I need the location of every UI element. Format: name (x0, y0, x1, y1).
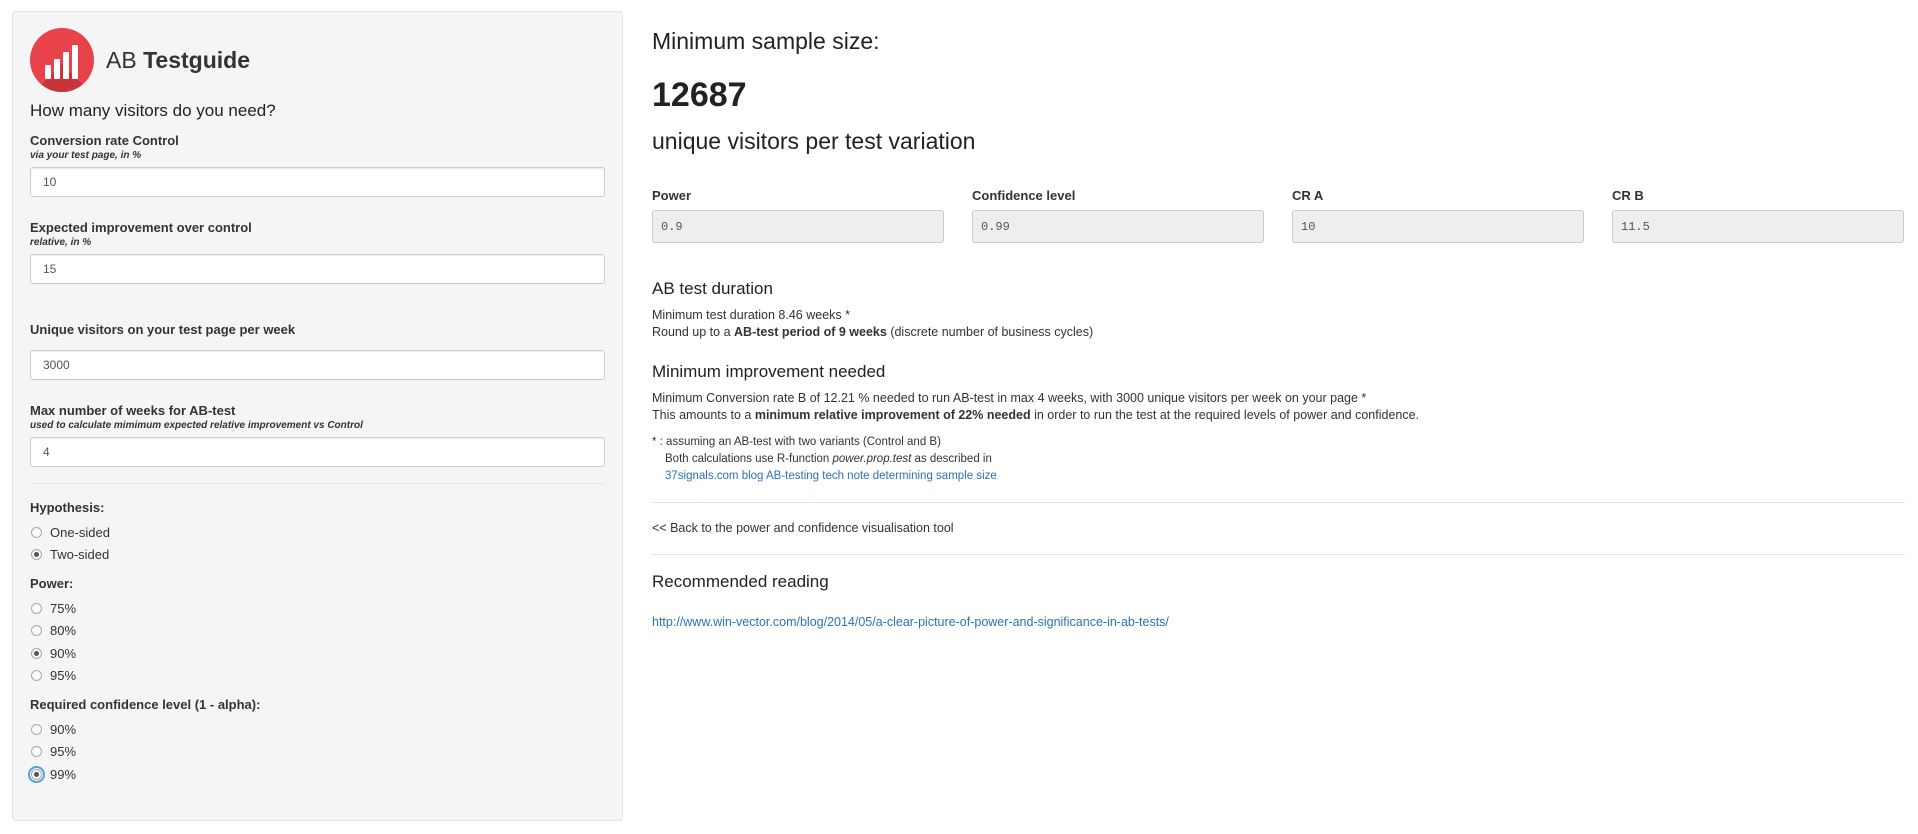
confidence-option-90[interactable]: 90% (30, 718, 605, 741)
brand[interactable]: AB Testguide (30, 28, 605, 92)
power-option-80[interactable]: 80% (30, 620, 605, 643)
results-title: Minimum sample size: (652, 28, 880, 54)
footnote-link[interactable]: 37signals.com blog AB-testing tech note … (665, 470, 997, 482)
radio-button[interactable] (31, 670, 42, 682)
confidence-option-95[interactable]: 95% (30, 741, 605, 764)
hypothesis-group: Hypothesis: One-sided Two-sided (30, 500, 605, 566)
conversion-rate-hint: via your test page, in % (30, 150, 142, 161)
power-title: Power: (30, 576, 74, 591)
stat-cr-a-value: 10 (1292, 210, 1584, 243)
sidebar-heading: How many visitors do you need? (30, 101, 276, 120)
radio-button-checked[interactable] (31, 549, 42, 561)
input-sidebar: AB Testguide How many visitors do you ne… (12, 11, 623, 821)
divider (652, 502, 1905, 503)
stats-row: Power 0.9 Confidence level 0.99 CR A 10 … (652, 188, 1905, 243)
improvement-line-1: Minimum Conversion rate B of 12.21 % nee… (652, 391, 1367, 405)
brand-name: AB Testguide (106, 46, 250, 73)
stat-cr-b-value: 11.5 (1612, 210, 1904, 243)
power-option-95[interactable]: 95% (30, 665, 605, 688)
improvement-group: Expected improvement over control relati… (30, 220, 605, 284)
improvement-hint: relative, in % (30, 237, 92, 248)
improvement-title: Minimum improvement needed (652, 362, 886, 381)
improvement-line-2: This amounts to a minimum relative impro… (652, 408, 1420, 422)
radio-button[interactable] (31, 723, 42, 735)
visitors-label: Unique visitors on your test page per we… (30, 322, 296, 337)
sidebar-divider (30, 483, 605, 484)
radio-button[interactable] (31, 625, 42, 637)
improvement-label: Expected improvement over control (30, 220, 252, 235)
weeks-label: Max number of weeks for AB-test (30, 403, 236, 418)
sample-size-value: 12687 (652, 76, 747, 114)
reading-link[interactable]: http://www.win-vector.com/blog/2014/05/a… (652, 615, 1905, 629)
power-option-75[interactable]: 75% (30, 597, 605, 620)
stat-power: Power 0.9 (652, 188, 944, 243)
conversion-rate-label: Conversion rate Control (30, 133, 179, 148)
stat-cr-b: CR B 11.5 (1612, 188, 1904, 243)
visitors-group: Unique visitors on your test page per we… (30, 307, 605, 380)
reading-title: Recommended reading (652, 572, 829, 591)
power-group: Power: 75% 80% 90% 95% (30, 576, 605, 687)
confidence-group: Required confidence level (1 - alpha): 9… (28, 697, 605, 786)
radio-button[interactable] (31, 526, 42, 538)
radio-button[interactable] (31, 602, 42, 614)
bar-chart-logo-icon (30, 28, 94, 92)
stat-confidence-value: 0.99 (972, 210, 1264, 243)
hypothesis-option-two-sided[interactable]: Two-sided (30, 544, 605, 567)
stat-cr-a: CR A 10 (1292, 188, 1584, 243)
duration-line-1: Minimum test duration 8.46 weeks * (652, 308, 851, 322)
radio-button[interactable] (31, 746, 42, 758)
back-link[interactable]: << Back to the power and confidence visu… (652, 520, 1905, 537)
duration-line-2: Round up to a AB-test period of 9 weeks … (652, 325, 1094, 339)
stat-power-value: 0.9 (652, 210, 944, 243)
confidence-option-99[interactable]: 99% (28, 763, 605, 786)
improvement-input[interactable] (30, 254, 605, 284)
weeks-group: Max number of weeks for AB-test used to … (30, 403, 605, 467)
hypothesis-option-one-sided[interactable]: One-sided (30, 521, 605, 544)
radio-button-checked[interactable] (28, 765, 45, 783)
duration-title: AB test duration (652, 279, 773, 298)
footnote: * : assuming an AB-test with two variant… (652, 434, 1905, 485)
divider (652, 554, 1905, 555)
footnote-line-1: * : assuming an AB-test with two variant… (652, 436, 941, 448)
results-panel: Minimum sample size: 12687 unique visito… (652, 0, 1905, 629)
conversion-rate-input[interactable] (30, 167, 605, 197)
radio-button-checked[interactable] (31, 647, 42, 659)
stat-confidence: Confidence level 0.99 (972, 188, 1264, 243)
visitors-input[interactable] (30, 350, 605, 380)
weeks-hint: used to calculate mimimum expected relat… (30, 420, 363, 431)
hypothesis-title: Hypothesis: (30, 500, 105, 515)
footnote-line-2: Both calculations use R-function power.p… (665, 453, 992, 465)
results-subtitle: unique visitors per test variation (652, 128, 976, 154)
weeks-input[interactable] (30, 437, 605, 467)
confidence-title: Required confidence level (1 - alpha): (30, 697, 261, 712)
conversion-rate-group: Conversion rate Control via your test pa… (30, 133, 605, 197)
power-option-90[interactable]: 90% (30, 642, 605, 665)
